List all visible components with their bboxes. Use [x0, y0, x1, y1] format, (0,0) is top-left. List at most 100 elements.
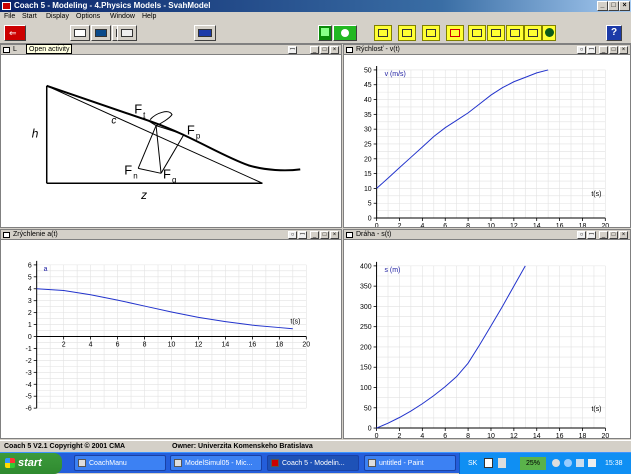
panel-maximize-button[interactable]: □	[320, 46, 329, 54]
pin-icon[interactable]: ꟷ	[587, 46, 596, 54]
video-tool-button[interactable]	[506, 25, 524, 41]
start-label: start	[18, 457, 42, 469]
minimize-button[interactable]: _	[597, 1, 608, 11]
panel-close-button[interactable]: ×	[619, 231, 628, 239]
panel-menu-icon[interactable]	[3, 47, 10, 53]
help-button[interactable]: ?	[606, 25, 622, 41]
speed-graph-panel: Rýchlosť - v(t) ○ ꟷ _ □ × 0 5 10 15 20 25 30 35…	[343, 44, 631, 228]
speed-panel-titlebar[interactable]: Rýchlosť - v(t) ○ ꟷ _ □ ×	[344, 45, 630, 55]
picture-icon	[528, 29, 538, 37]
y-tick-label: 200	[360, 344, 372, 351]
y-tick-label: 6	[28, 262, 32, 269]
language-indicator[interactable]: SK	[468, 453, 477, 474]
x-tick-label: 18	[579, 223, 587, 227]
start-button[interactable]: start	[0, 453, 62, 474]
picture-tool-button[interactable]	[524, 25, 542, 41]
y-tick-label: 3	[28, 298, 32, 305]
panel-close-button[interactable]: ×	[619, 46, 628, 54]
task-coach5[interactable]: Coach 5 - Modelin...	[267, 455, 359, 471]
tray-icon-1[interactable]	[552, 459, 560, 467]
menu-window[interactable]: Window	[110, 13, 135, 20]
menu-options[interactable]: Options	[76, 13, 100, 20]
accel-panel-title: Zrýchlenie a(t)	[13, 231, 58, 238]
panel-maximize-button[interactable]: □	[320, 231, 329, 239]
panel-minimize-button[interactable]: _	[310, 231, 319, 239]
speed-chart: 0 5 10 15 20 25 30 35 40 45 50 0 2 4 6 8 10 12 14 16 18 20 v (…	[364, 65, 609, 227]
pin-icon[interactable]: ꟷ	[587, 231, 596, 239]
task-coachmanu[interactable]: CoachManu	[74, 455, 166, 471]
menu-start[interactable]: Start	[22, 13, 37, 20]
x-tick-label: 2	[398, 433, 402, 438]
zoom-icon[interactable]: ○	[577, 231, 586, 239]
print-button[interactable]	[117, 25, 137, 41]
y-tick-label: 400	[360, 263, 372, 270]
open-activity-button[interactable]	[70, 25, 90, 41]
panel-menu-icon[interactable]	[346, 232, 353, 238]
x-tick-label: 8	[466, 433, 470, 438]
zoom-icon[interactable]: ○	[288, 231, 297, 239]
volume-icon[interactable]	[588, 459, 596, 467]
coach-app-icon[interactable]	[2, 2, 11, 10]
text-tool-button[interactable]	[487, 25, 505, 41]
network-icon[interactable]	[576, 459, 584, 467]
diagram-tool-button[interactable]	[422, 25, 440, 41]
table-tool-button[interactable]	[374, 25, 392, 41]
panel-menu-icon[interactable]	[346, 47, 353, 53]
diagram-panel: L ꟷ _ □ × F t F p F n F g h c z	[0, 44, 342, 228]
panel-maximize-button[interactable]: □	[609, 231, 618, 239]
close-button[interactable]: ×	[619, 1, 630, 11]
pin-icon[interactable]: ꟷ	[298, 231, 307, 239]
fp-subscript: p	[196, 132, 201, 141]
exit-button[interactable]: ⇐	[4, 25, 26, 41]
y-tick-label: 15	[364, 171, 372, 178]
path-panel-titlebar[interactable]: Dráha - s(t) ○ ꟷ _ □ ×	[344, 230, 630, 240]
tray-icon-2[interactable]	[564, 459, 572, 467]
x-tick-label: 10	[168, 341, 176, 348]
panel-menu-icon[interactable]	[3, 232, 10, 238]
pin-icon[interactable]: ꟷ	[288, 46, 297, 54]
video-icon	[510, 29, 520, 37]
panel-close-button[interactable]: ×	[330, 231, 339, 239]
x-tick-label: 16	[556, 433, 564, 438]
menu-help[interactable]: Help	[142, 13, 156, 20]
window-titlebar[interactable]: Coach 5 - Modeling - 4.Physics Models - …	[0, 0, 631, 12]
tray-help-icon[interactable]	[498, 458, 506, 468]
model-button[interactable]	[194, 25, 216, 41]
menu-display[interactable]: Display	[46, 13, 69, 20]
diagram-panel-title: L	[13, 46, 17, 53]
x-tick-label: 4	[89, 341, 93, 348]
y-tick-label: -5	[26, 394, 32, 401]
cpu-meter[interactable]: 25%	[520, 457, 546, 470]
save-button[interactable]	[91, 25, 111, 41]
x-axis-label: t(s)	[591, 191, 601, 198]
x-tick-label: 10	[487, 433, 495, 438]
keyboard-icon[interactable]	[484, 458, 493, 468]
stop-model-button[interactable]	[333, 25, 357, 41]
x-tick-label: 0	[375, 223, 379, 227]
task-modelsimul[interactable]: ModelSimul05 - Mic...	[170, 455, 262, 471]
maximize-button[interactable]: □	[608, 1, 619, 11]
panel-close-button[interactable]: ×	[330, 46, 339, 54]
x-tick-label: 6	[443, 223, 447, 227]
panel-maximize-button[interactable]: □	[609, 46, 618, 54]
path-graph-body: 0 50 100 150 200 250 300 350 400 0 2 4 6 8 10 12 14 16 18 2…	[344, 241, 630, 438]
graph-tool-button[interactable]	[398, 25, 416, 41]
y-tick-label: 2	[28, 310, 32, 317]
globe-tool-button[interactable]	[542, 25, 556, 41]
panel-minimize-button[interactable]: _	[599, 231, 608, 239]
grid-tool-button[interactable]	[446, 25, 464, 41]
panel-minimize-button[interactable]: _	[599, 46, 608, 54]
x-tick-label: 20	[602, 433, 610, 438]
globe-icon	[545, 28, 554, 37]
start-model-button[interactable]	[318, 25, 332, 41]
panel-minimize-button[interactable]: _	[310, 46, 319, 54]
task-paint[interactable]: untitled - Paint	[364, 455, 456, 471]
menu-file[interactable]: File	[4, 13, 15, 20]
y-tick-label: 5	[28, 274, 32, 281]
accel-panel-titlebar[interactable]: Zrýchlenie a(t) ○ ꟷ _ □ ×	[1, 230, 341, 240]
zoom-icon[interactable]: ○	[577, 46, 586, 54]
meter-tool-button[interactable]	[468, 25, 486, 41]
clock[interactable]: 15:38	[605, 453, 623, 474]
x-tick-label: 18	[275, 341, 283, 348]
y-tick-label: 250	[360, 324, 372, 331]
